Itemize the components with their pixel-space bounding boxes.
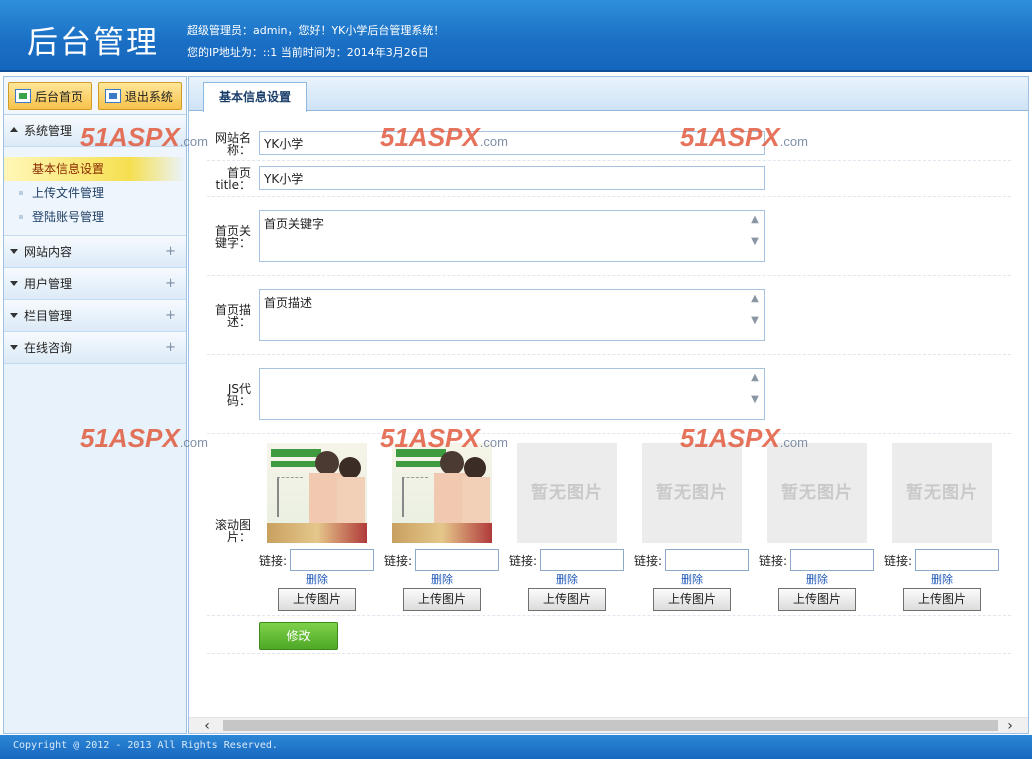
menu-system[interactable]: 系统管理: [4, 115, 186, 147]
sidebar-item-basic-info[interactable]: 基本信息设置: [4, 157, 184, 181]
home-button-label: 后台首页: [35, 89, 84, 104]
slider-image-thumbnail: [392, 443, 492, 543]
plus-icon: +: [165, 244, 176, 259]
sidebar-item-login-accounts[interactable]: 登陆账号管理: [4, 205, 186, 229]
collapse-arrow-icon: [10, 127, 18, 132]
row-description: 首页描述： 首页描述 ▲ ▼: [207, 276, 1011, 355]
delete-link[interactable]: 删除: [884, 571, 1000, 587]
no-image-placeholder: 暂无图片: [517, 443, 617, 543]
menu-site-content[interactable]: 网站内容 +: [4, 236, 186, 268]
link-input[interactable]: [665, 549, 749, 571]
delete-link[interactable]: 删除: [634, 571, 750, 587]
link-input[interactable]: [415, 549, 499, 571]
upload-image-button[interactable]: 上传图片: [778, 588, 856, 611]
scroll-left-icon[interactable]: ‹: [197, 718, 217, 734]
menu-label: 栏目管理: [24, 309, 73, 323]
description-textarea[interactable]: 首页描述: [259, 289, 765, 341]
expand-arrow-icon: [10, 249, 18, 254]
menu-online-consult[interactable]: 在线咨询 +: [4, 332, 186, 364]
row-js-code: JS代码： ▲ ▼: [207, 355, 1011, 434]
plus-icon: +: [165, 340, 176, 355]
link-label: 链接:: [759, 554, 788, 568]
slider-label: 滚动图片：: [214, 518, 251, 544]
expand-arrow-icon: [10, 313, 18, 318]
link-label: 链接:: [384, 554, 413, 568]
expand-arrow-icon: [10, 345, 18, 350]
tab-basic-info[interactable]: 基本信息设置: [203, 82, 308, 112]
footer: Copyright @ 2012 - 2013 All Rights Reser…: [0, 735, 1032, 759]
horizontal-scrollbar[interactable]: ‹ ›: [189, 717, 1028, 734]
home-button[interactable]: 后台首页: [8, 82, 93, 110]
textarea-scrollbar[interactable]: ▲ ▼: [747, 372, 763, 420]
welcome-info: 超级管理员：admin，您好！YK小学后台管理系统！ 您的IP地址为：::1 当…: [187, 20, 444, 64]
sidebar-item-upload-files[interactable]: 上传文件管理: [4, 181, 186, 205]
delete-link[interactable]: 删除: [509, 571, 625, 587]
site-name-label: 网站名称：: [214, 131, 251, 157]
no-image-placeholder: 暂无图片: [642, 443, 742, 543]
header: 后台管理 超级管理员：admin，您好！YK小学后台管理系统！ 您的IP地址为：…: [0, 0, 1032, 72]
plus-icon: +: [165, 308, 176, 323]
delete-link[interactable]: 删除: [759, 571, 875, 587]
link-input[interactable]: [790, 549, 874, 571]
textarea-scrollbar[interactable]: ▲ ▼: [747, 214, 763, 262]
link-input[interactable]: [915, 549, 999, 571]
main-panel: 基本信息设置 网站名称： 首页title： 首页关键字： 首页关键字 ▲▼ 首页…: [188, 76, 1029, 734]
home-title-input[interactable]: [259, 166, 765, 190]
row-site-name: 网站名称：: [207, 127, 1011, 161]
row-keywords: 首页关键字： 首页关键字 ▲ ▼: [207, 197, 1011, 276]
upload-image-button[interactable]: 上传图片: [403, 588, 481, 611]
upload-image-button[interactable]: 上传图片: [653, 588, 731, 611]
scroll-right-icon[interactable]: ›: [1000, 718, 1020, 734]
row-home-title: 首页title：: [207, 161, 1011, 197]
ip-time-line: 您的IP地址为：::1 当前时间为：2014年3月26日: [187, 46, 429, 59]
menu-label: 网站内容: [24, 245, 73, 259]
js-code-textarea[interactable]: [259, 368, 765, 420]
app-title: 后台管理: [27, 25, 159, 61]
copyright-text: Copyright @ 2012 - 2013 All Rights Reser…: [13, 740, 278, 751]
slider-image-thumbnail: [267, 443, 367, 543]
link-label: 链接:: [884, 554, 913, 568]
tab-bar: 基本信息设置: [189, 77, 1028, 112]
description-label: 首页描述：: [214, 303, 251, 329]
keywords-textarea[interactable]: 首页关键字: [259, 210, 765, 262]
logout-button-label: 退出系统: [124, 89, 173, 104]
keywords-label: 首页关键字：: [214, 224, 251, 250]
textarea-scrollbar[interactable]: ▲ ▼: [747, 293, 763, 341]
site-name-input[interactable]: [259, 131, 765, 155]
delete-link[interactable]: 删除: [259, 571, 375, 587]
sidebar: 后台首页 退出系统 系统管理 基本信息设置 上传文件管理 登陆账号管理 网站内容…: [3, 76, 187, 734]
welcome-line: 超级管理员：admin，您好！YK小学后台管理系统！: [187, 24, 445, 37]
row-submit: [207, 622, 1011, 654]
menu-label: 用户管理: [24, 277, 73, 291]
link-input[interactable]: [540, 549, 624, 571]
upload-image-button[interactable]: 上传图片: [278, 588, 356, 611]
home-title-label: 首页title：: [215, 166, 251, 192]
no-image-placeholder: 暂无图片: [767, 443, 867, 543]
logout-icon: [104, 89, 121, 103]
link-input[interactable]: [290, 549, 374, 571]
menu-user-management[interactable]: 用户管理 +: [4, 268, 186, 300]
scrollbar-thumb[interactable]: [223, 720, 998, 731]
upload-image-button[interactable]: 上传图片: [903, 588, 981, 611]
link-label: 链接:: [509, 554, 538, 568]
menu-label: 在线咨询: [24, 341, 73, 355]
plus-icon: +: [165, 276, 176, 291]
upload-image-button[interactable]: 上传图片: [528, 588, 606, 611]
delete-link[interactable]: 删除: [384, 571, 500, 587]
logout-button[interactable]: 退出系统: [97, 82, 182, 110]
expand-arrow-icon: [10, 281, 18, 286]
menu-label: 系统管理: [24, 124, 73, 138]
link-label: 链接:: [259, 554, 288, 568]
sidebar-toolbar: 后台首页 退出系统: [4, 77, 186, 115]
system-submenu: 基本信息设置 上传文件管理 登陆账号管理: [4, 147, 186, 236]
home-icon: [15, 89, 31, 103]
menu-column-management[interactable]: 栏目管理 +: [4, 300, 186, 332]
js-code-label: JS代码：: [226, 382, 251, 408]
link-label: 链接:: [634, 554, 663, 568]
no-image-placeholder: 暂无图片: [892, 443, 992, 543]
